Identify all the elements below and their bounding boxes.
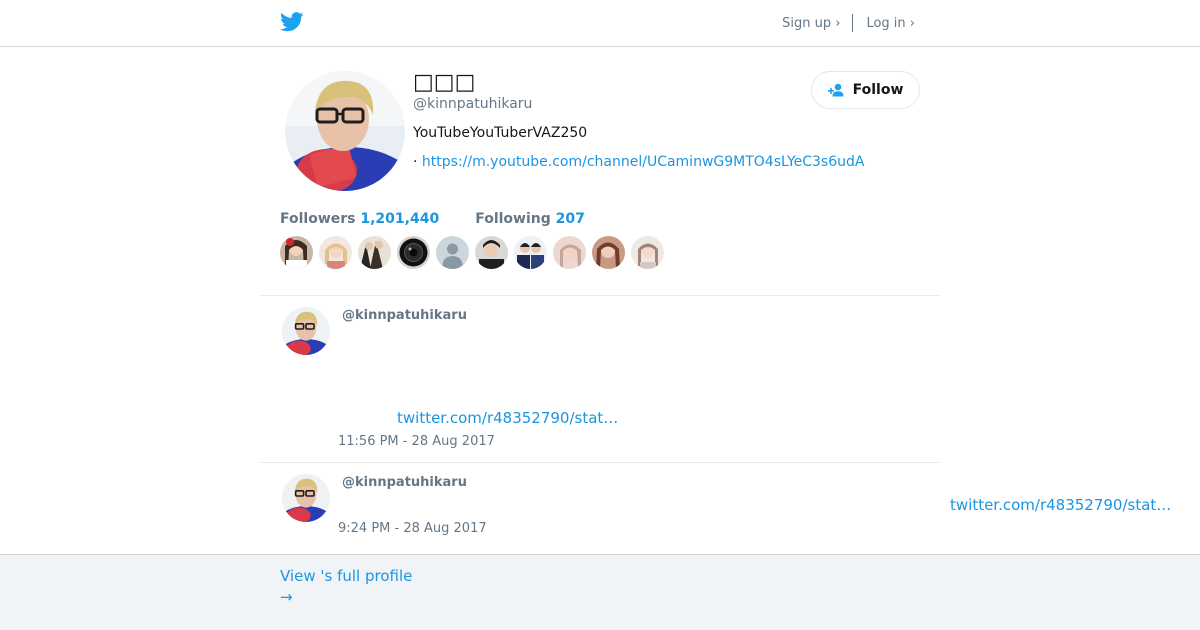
tweet-timestamp[interactable]: 11:56 PM - 28 Aug 2017 [338, 434, 495, 449]
follow-label: Follow [852, 82, 904, 98]
follower-avatar[interactable] [514, 236, 547, 269]
follower-avatar[interactable] [631, 236, 664, 269]
following-stat[interactable]: Following 207 [475, 211, 585, 227]
tweet-avatar[interactable] [282, 307, 330, 355]
profile-name: □□□ [413, 70, 476, 95]
follower-avatar[interactable] [280, 236, 313, 269]
profile-url-link[interactable]: https://m.youtube.com/channel/UCaminwG9M… [422, 154, 865, 170]
follower-avatar[interactable] [553, 236, 586, 269]
timeline-divider [260, 462, 940, 463]
followers-label: Followers [280, 211, 356, 227]
tweet-handle[interactable]: @kinnpatuhikaru [342, 475, 467, 490]
follower-avatars [280, 236, 670, 269]
auth-links: Sign up › Log in › [782, 14, 915, 32]
tweet-avatar[interactable] [282, 474, 330, 522]
profile-avatar[interactable] [285, 71, 405, 191]
footer-bar: View 's full profile → [0, 554, 1200, 630]
log-in-link[interactable]: Log in › [866, 16, 915, 31]
tweet-handle[interactable]: @kinnpatuhikaru [342, 308, 467, 323]
url-bullet: · [413, 154, 418, 170]
following-count: 207 [555, 211, 585, 227]
profile-url-line: · https://m.youtube.com/channel/UCaminwG… [413, 154, 864, 170]
arrow-right-icon: → [280, 588, 293, 606]
follow-button[interactable]: Follow [811, 71, 920, 109]
full-profile-label: View 's full profile [280, 567, 413, 585]
follower-avatar[interactable] [397, 236, 430, 269]
sign-up-link[interactable]: Sign up › [782, 16, 840, 31]
timeline-divider [260, 295, 940, 296]
follower-avatar[interactable] [358, 236, 391, 269]
follower-avatar[interactable] [475, 236, 508, 269]
view-full-profile-link[interactable]: View 's full profile → [280, 566, 420, 608]
add-user-icon [827, 83, 844, 97]
profile-handle: @kinnpatuhikaru [413, 96, 533, 112]
follower-avatar[interactable] [319, 236, 352, 269]
following-label: Following [475, 211, 551, 227]
profile-bio: YouTubeYouTuberVAZ250 [413, 125, 588, 141]
tweet-timestamp[interactable]: 9:24 PM - 28 Aug 2017 [338, 521, 487, 536]
twitter-bird-icon[interactable] [280, 11, 304, 33]
tweet-link[interactable]: twitter.com/r48352790/stat… [950, 496, 1171, 514]
follower-avatar[interactable] [592, 236, 625, 269]
tweet-link[interactable]: twitter.com/r48352790/stat… [397, 409, 618, 427]
followers-stat[interactable]: Followers 1,201,440 [280, 211, 439, 227]
default-avatar-icon[interactable] [436, 236, 469, 269]
followers-count: 1,201,440 [360, 211, 440, 227]
top-navigation-bar: Sign up › Log in › [0, 0, 1200, 47]
profile-stats: Followers 1,201,440 Following 207 [280, 211, 585, 227]
link-divider [852, 14, 854, 32]
